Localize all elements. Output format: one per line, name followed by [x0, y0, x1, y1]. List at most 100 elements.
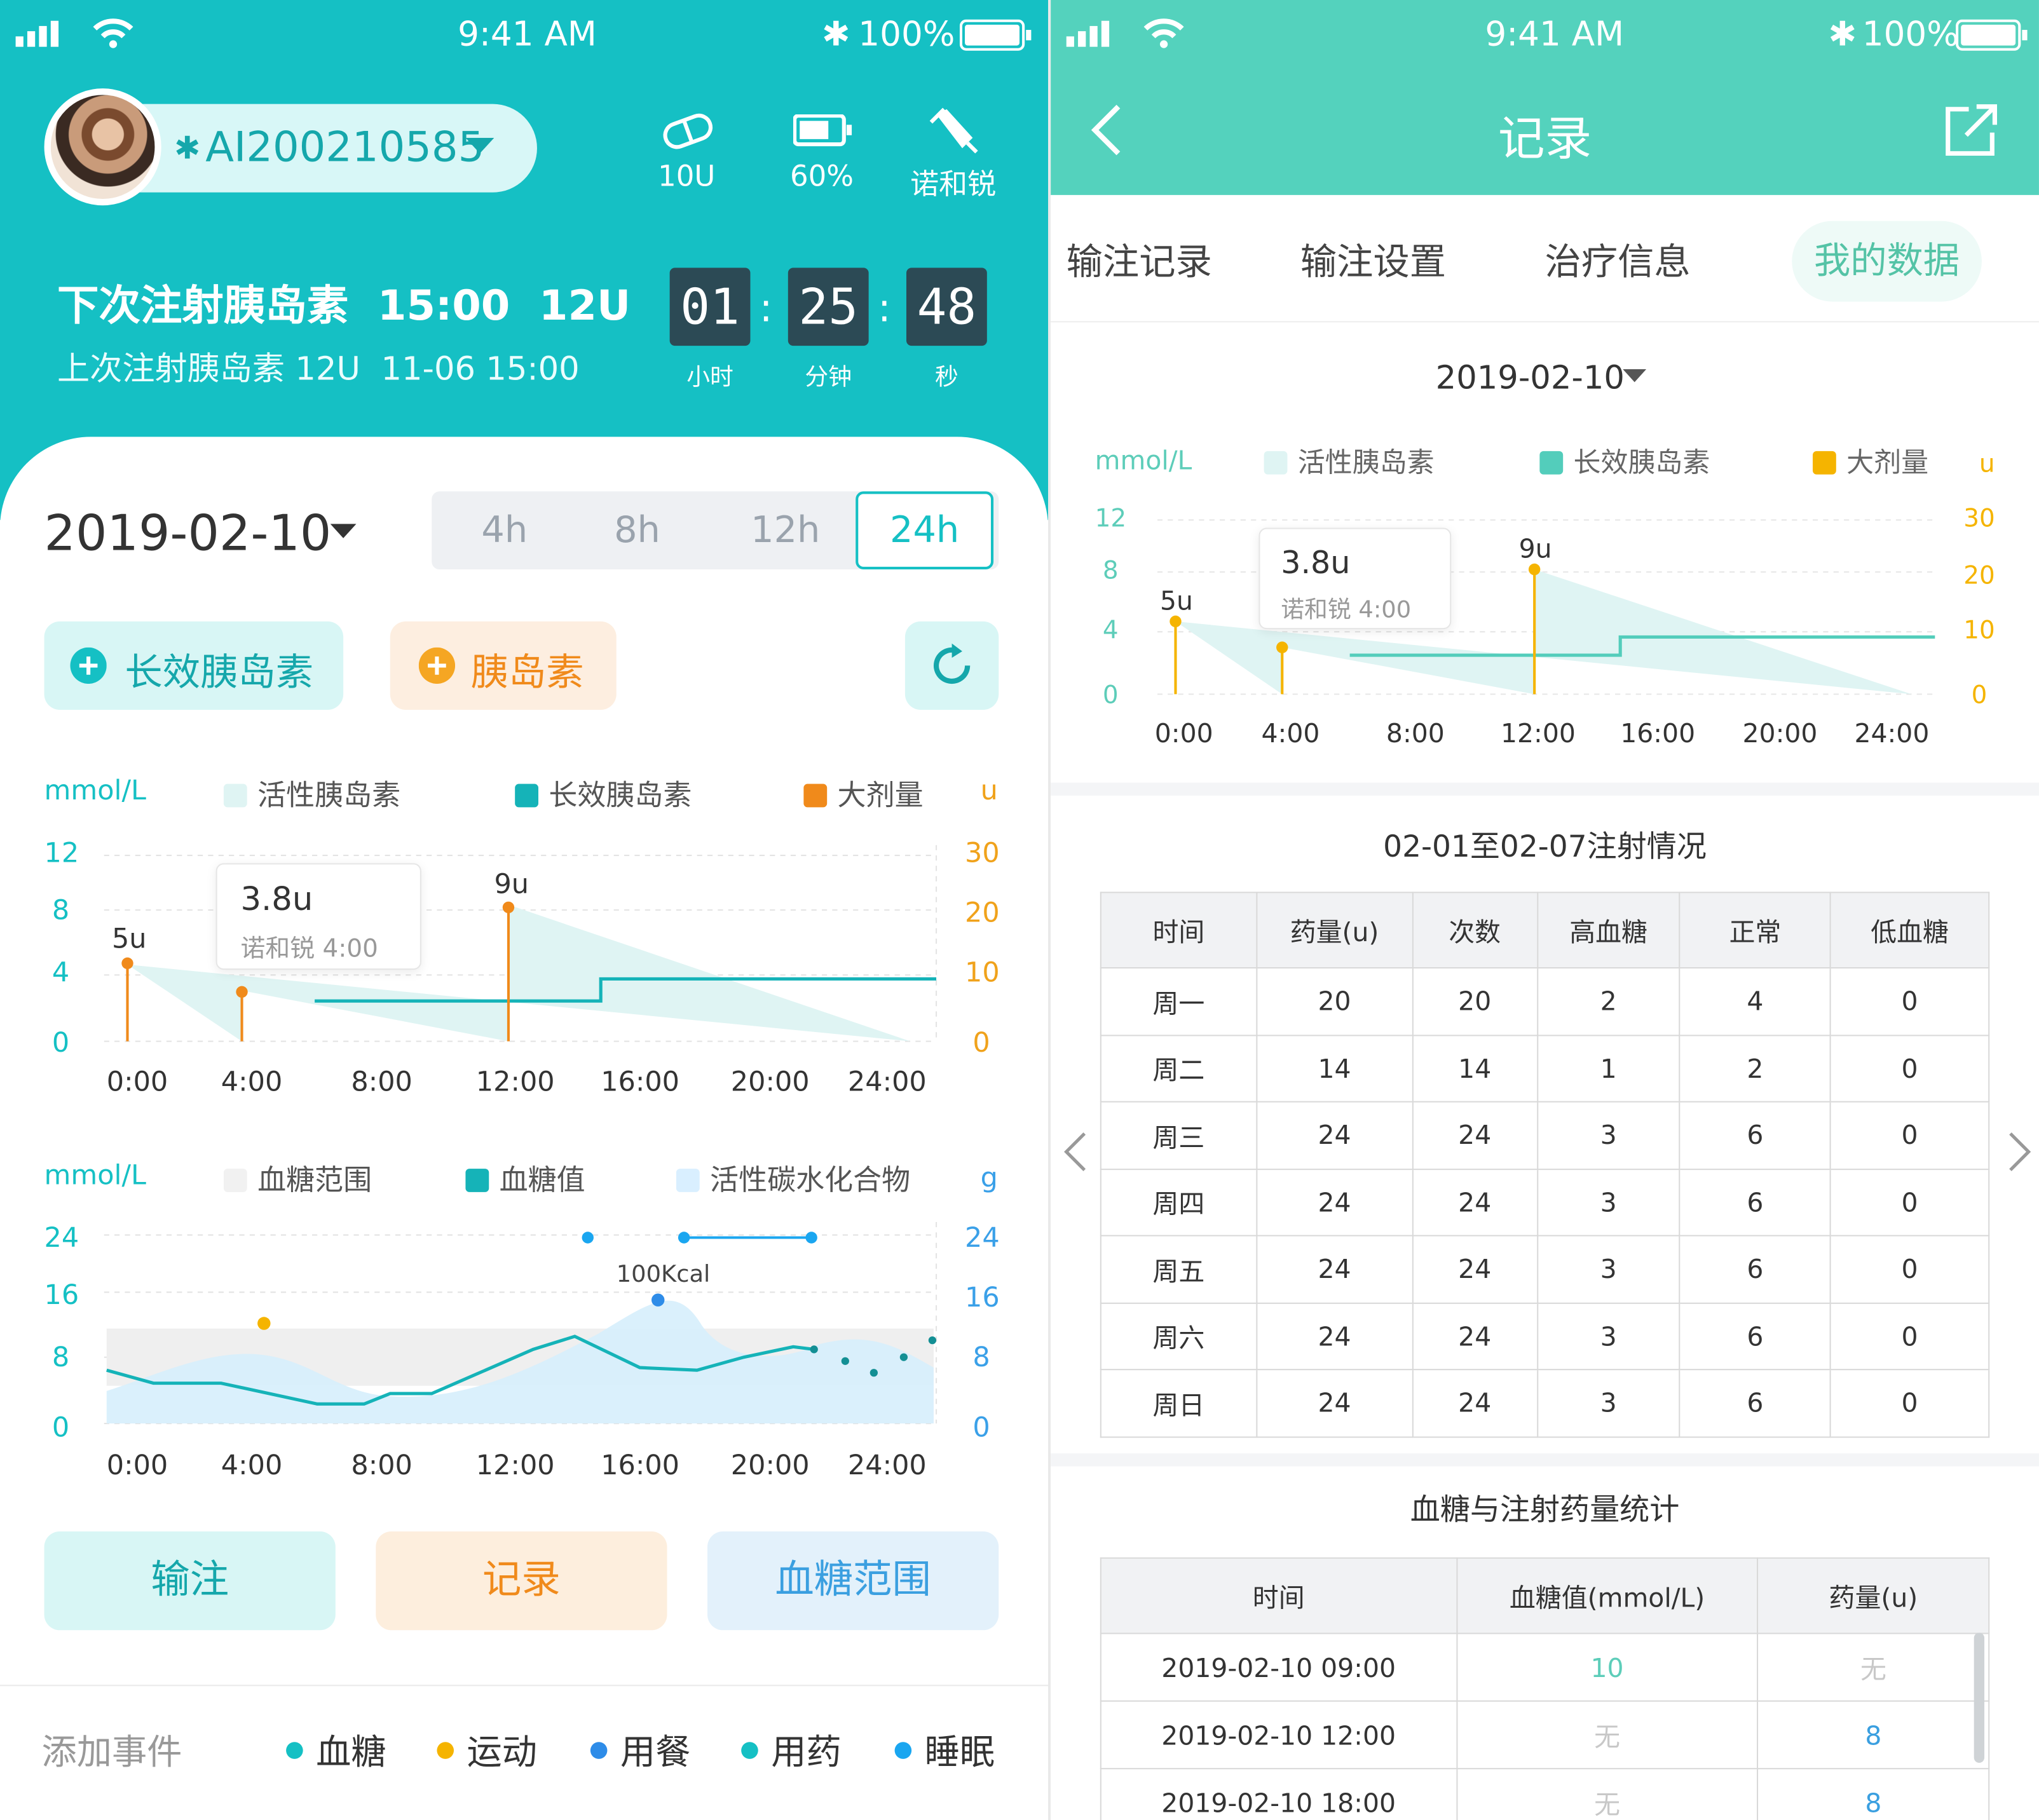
- table-cell: 2: [1536, 967, 1681, 1036]
- glucose-range-button[interactable]: 血糖范围: [707, 1531, 999, 1631]
- chart1-ylabel: mmol/L: [44, 775, 146, 806]
- countdown-separator: :: [877, 286, 891, 332]
- event-point: [678, 1232, 690, 1244]
- range-4h[interactable]: 4h: [440, 491, 570, 569]
- date-picker[interactable]: 2019-02-10: [44, 505, 332, 562]
- table-cell: 24: [1255, 1168, 1414, 1237]
- chart3-ytick: 0: [1102, 681, 1119, 710]
- chevron-left-icon[interactable]: [1064, 1131, 1088, 1172]
- dot-icon: [894, 1742, 912, 1759]
- x-tick: 4:00: [221, 1066, 283, 1097]
- refresh-button[interactable]: [904, 621, 999, 710]
- add-insulin-button[interactable]: 胰岛素: [390, 621, 617, 710]
- chart1-y2label: u: [980, 775, 998, 806]
- table-cell: 8: [1757, 1768, 1990, 1820]
- last-injection: 上次注射胰岛素 12U 11-06 15:00: [57, 350, 580, 388]
- table-cell: 2019-02-10 18:00: [1100, 1768, 1457, 1820]
- x-tick: 8:00: [351, 1449, 413, 1481]
- table-cell: 0: [1829, 1235, 1990, 1303]
- tab-treatment-info[interactable]: 治疗信息: [1545, 234, 1691, 286]
- bolus-label: 9u: [1518, 533, 1552, 564]
- bolus-point: [1276, 641, 1288, 653]
- range-8h[interactable]: 8h: [572, 491, 702, 569]
- bluetooth-icon: ✱: [822, 15, 850, 55]
- x-tick: 16:00: [601, 1066, 680, 1097]
- event-glucose[interactable]: 血糖: [286, 1724, 386, 1775]
- home-screen: 9:41 AM ✱ 100% ✱ AI200210585 10U 60% 诺和锐…: [0, 0, 1048, 1820]
- chart1-ytick: 8: [51, 894, 70, 926]
- x-tick: 12:00: [475, 1066, 555, 1097]
- add-long-insulin-button[interactable]: 长效胰岛素: [44, 621, 344, 710]
- table-cell: 3: [1536, 1235, 1681, 1303]
- x-tick: 12:00: [1500, 717, 1576, 749]
- table-cell: 6: [1679, 1235, 1831, 1303]
- tab-infusion-settings[interactable]: 输注设置: [1300, 234, 1446, 286]
- table-cell: 周二: [1100, 1034, 1258, 1103]
- chart1-legend-long: 长效胰岛素: [515, 772, 692, 813]
- event-medication[interactable]: 用药: [741, 1724, 842, 1775]
- date-picker[interactable]: 2019-02-10: [1436, 359, 1625, 397]
- chevron-down-icon[interactable]: [465, 137, 494, 156]
- table-header-cell: 时间: [1100, 1557, 1457, 1634]
- dot-icon: [286, 1742, 303, 1759]
- table-header-cell: 正常: [1679, 892, 1831, 969]
- countdown-separator: :: [759, 286, 773, 332]
- event-sleep[interactable]: 睡眠: [894, 1724, 995, 1775]
- weekly-table: 时间 药量(u) 次数 高血糖 正常 低血糖 周一 20 20 2 4 0 周二 14 14 1 2 0 周三 24…: [1100, 892, 1990, 1437]
- chart3-ylabel: mmol/L: [1095, 444, 1192, 476]
- bolus-point: [1170, 615, 1182, 628]
- x-tick: 0:00: [1154, 717, 1213, 749]
- bolus-label: 5u: [1159, 585, 1193, 616]
- chart2-ytick: 0: [51, 1411, 70, 1443]
- add-event-label: 添加事件: [41, 1732, 182, 1774]
- avatar[interactable]: [44, 88, 161, 206]
- countdown-seconds-label: 秒: [935, 363, 958, 391]
- infusion-button[interactable]: 输注: [44, 1531, 336, 1631]
- chevron-down-icon[interactable]: [330, 524, 357, 540]
- legend-swatch: [1264, 451, 1288, 475]
- legend-swatch: [465, 1169, 489, 1192]
- record-screen: 9:41 AM ✱ 100% 记录 输注记录 输注设置 治疗信息 我的数据 20…: [1051, 0, 2039, 1820]
- legend-swatch: [515, 784, 539, 808]
- table-cell: 24: [1255, 1301, 1414, 1371]
- event-exercise[interactable]: 运动: [437, 1724, 537, 1775]
- table-cell: 周一: [1100, 967, 1258, 1036]
- bolus-point: [236, 986, 248, 998]
- chart2-y2tick: 16: [965, 1282, 1000, 1314]
- table-cell: 0: [1829, 967, 1990, 1036]
- bluetooth-icon: ✱: [1828, 15, 1857, 55]
- table-header-cell: 血糖值(mmol/L): [1456, 1557, 1759, 1634]
- tab-infusion-record[interactable]: 输注记录: [1067, 234, 1212, 286]
- x-tick: 0:00: [106, 1449, 168, 1481]
- record-button[interactable]: 记录: [376, 1531, 667, 1631]
- share-icon[interactable]: [1943, 104, 2000, 159]
- table-scrollbar[interactable]: [1974, 1633, 1985, 1763]
- range-12h[interactable]: 12h: [720, 491, 850, 569]
- x-tick: 24:00: [1854, 717, 1930, 749]
- table-cell: 3: [1536, 1168, 1681, 1237]
- stats-table: 时间 血糖值(mmol/L) 药量(u) 2019-02-10 09:00 10 无 20…: [1100, 1557, 1990, 1820]
- glucose-point: [928, 1336, 937, 1345]
- table-cell: 周五: [1100, 1235, 1258, 1303]
- tab-my-data[interactable]: 我的数据: [1792, 221, 1982, 302]
- table-header-row: 时间 血糖值(mmol/L) 药量(u): [1100, 1557, 1990, 1634]
- event-meal[interactable]: 用餐: [590, 1724, 690, 1775]
- battery-percent: 100%: [858, 15, 955, 55]
- range-24h[interactable]: 24h: [856, 491, 994, 570]
- table-header-row: 时间 药量(u) 次数 高血糖 正常 低血糖: [1100, 892, 1990, 969]
- table-cell: 周六: [1100, 1301, 1258, 1371]
- chevron-down-icon[interactable]: [1623, 369, 1647, 385]
- device-id: AI200210585: [205, 122, 485, 172]
- chart1-y2tick: 0: [972, 1027, 990, 1059]
- x-tick: 20:00: [730, 1066, 810, 1097]
- table-cell: 无: [1456, 1700, 1759, 1770]
- table-cell: 6: [1679, 1168, 1831, 1237]
- stats-title: 血糖与注射药量统计: [1410, 1493, 1680, 1528]
- dot-icon: [741, 1742, 758, 1759]
- chevron-right-icon[interactable]: [2008, 1131, 2031, 1172]
- countdown-hours: 01: [669, 268, 751, 346]
- drug-name: 诺和锐: [910, 168, 997, 202]
- table-cell: 周日: [1100, 1369, 1258, 1437]
- glucose-chart: [104, 1221, 938, 1425]
- table-cell: 无: [1757, 1633, 1990, 1702]
